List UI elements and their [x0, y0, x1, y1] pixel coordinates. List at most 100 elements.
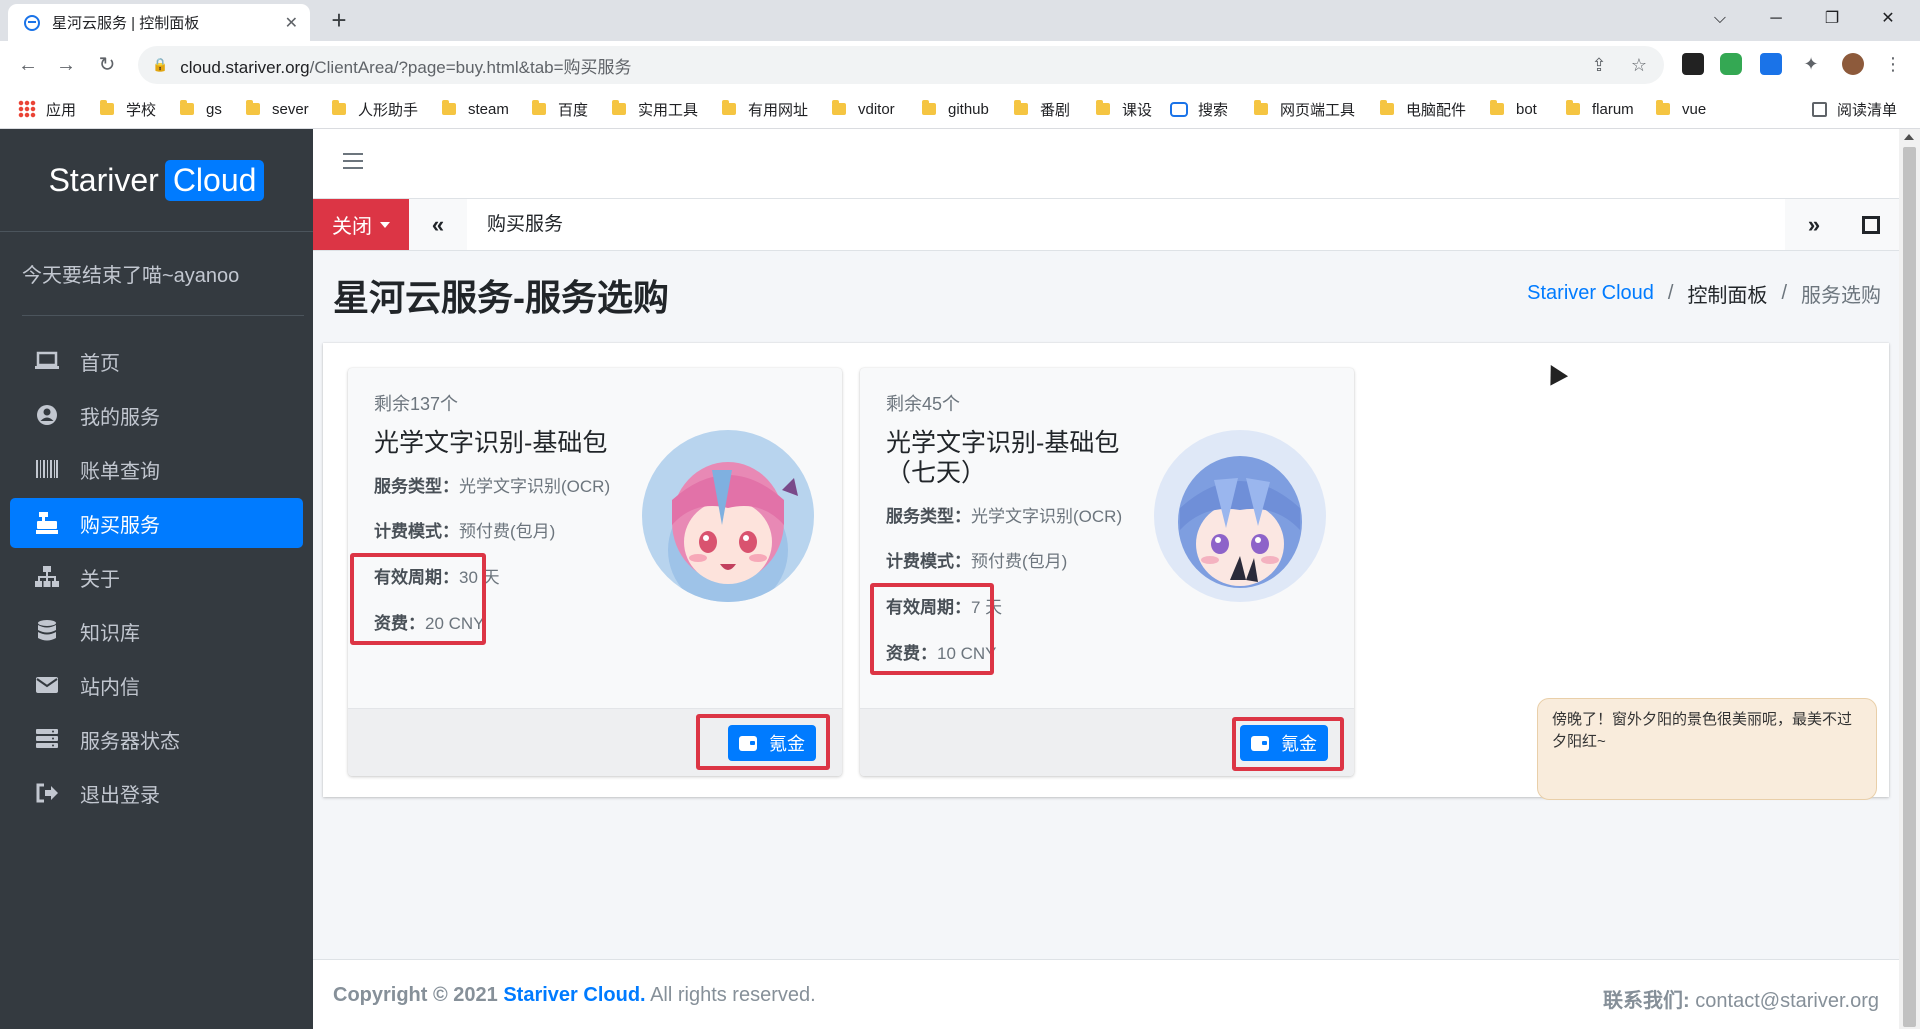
- product-name: 光学文字识别-基础包: [374, 429, 608, 457]
- extension-3-icon[interactable]: [1760, 53, 1782, 75]
- caret-down-icon: [380, 221, 390, 228]
- browser-tab[interactable]: 星河云服务 | 控制面板 ✕: [8, 4, 310, 41]
- brand-logo[interactable]: Stariver Cloud: [0, 129, 313, 232]
- bookmark-folder[interactable]: flarum: [1566, 97, 1634, 121]
- scroll-up-icon[interactable]: [1904, 134, 1914, 140]
- apps-grid-icon: [18, 100, 36, 118]
- restore-button[interactable]: ❐: [1806, 0, 1858, 38]
- tab-search-icon[interactable]: ⌵: [1694, 0, 1746, 38]
- new-tab-button[interactable]: +: [324, 6, 354, 36]
- reload-icon[interactable]: ↻: [93, 51, 121, 79]
- sidebar-item-knowledge-base[interactable]: 知识库: [10, 606, 303, 656]
- bookmark-folder[interactable]: 网页端工具: [1254, 97, 1355, 121]
- mascot-speech-bubble: 傍晚了！窗外夕阳的景色很美丽呢，最美不过夕阳红~: [1537, 698, 1877, 800]
- bookmark-folder[interactable]: 番剧: [1014, 97, 1070, 121]
- service-type-row: 服务类型：光学文字识别(OCR): [886, 507, 1123, 526]
- folder-icon: [1096, 100, 1110, 115]
- tabs-scroll-left-icon[interactable]: «: [409, 199, 467, 250]
- sidebar: Stariver Cloud 今天要结束了喵~ayanoo 首页 我的服务 账单…: [0, 129, 313, 1029]
- bilibili-icon: [1170, 101, 1188, 117]
- sidebar-item-my-services[interactable]: 我的服务: [10, 390, 303, 440]
- bookmark-folder[interactable]: 百度: [532, 97, 588, 121]
- folder-icon: [246, 100, 260, 115]
- shield-extension-icon[interactable]: [1720, 53, 1742, 75]
- bookmark-folder[interactable]: 人形助手: [332, 97, 418, 121]
- tabs-scroll-right-icon[interactable]: »: [1785, 199, 1843, 250]
- bookmark-star-icon[interactable]: ☆: [1628, 54, 1650, 76]
- breadcrumb-home-link[interactable]: Stariver Cloud: [1527, 282, 1654, 305]
- page-tabs-bar: 关闭 « 购买服务 »: [313, 199, 1899, 251]
- bookmark-folder[interactable]: 实用工具: [612, 97, 698, 121]
- minimize-button[interactable]: ─: [1750, 0, 1802, 38]
- extension-1-icon[interactable]: [1682, 53, 1704, 75]
- highlight-box: [1232, 717, 1344, 771]
- brand-text: Stariver: [48, 161, 159, 198]
- copyright-text: Copyright © 2021 Stariver Cloud. All rig…: [333, 984, 816, 1006]
- folder-icon: [722, 100, 736, 115]
- barcode-icon: [34, 458, 60, 480]
- page-scrollbar[interactable]: [1899, 129, 1920, 1029]
- user-circle-icon: [34, 404, 60, 426]
- folder-icon: [832, 100, 846, 115]
- browser-toolbar: ← → ↻ 🔒 cloud.stariver.org/ClientArea/?p…: [0, 41, 1920, 89]
- extensions-puzzle-icon[interactable]: ✦: [1800, 53, 1822, 75]
- reading-list[interactable]: 阅读清单: [1812, 97, 1897, 121]
- scrollbar-thumb[interactable]: [1903, 147, 1916, 1027]
- menu-toggle-icon[interactable]: [343, 153, 363, 171]
- sidebar-item-billing[interactable]: 账单查询: [10, 444, 303, 494]
- tab-close-icon[interactable]: ✕: [285, 13, 298, 33]
- bookmark-folder[interactable]: bot: [1490, 97, 1537, 121]
- user-greeting[interactable]: 今天要结束了喵~ayanoo: [22, 232, 304, 316]
- share-icon[interactable]: ⇪: [1588, 54, 1610, 76]
- sidebar-item-label: 我的服务: [80, 406, 160, 429]
- back-icon[interactable]: ←: [14, 51, 42, 79]
- sidebar-item-logout[interactable]: 退出登录: [10, 768, 303, 818]
- bookmark-folder[interactable]: 电脑配件: [1380, 97, 1466, 121]
- reading-list-icon: [1812, 101, 1827, 117]
- bookmark-folder[interactable]: 有用网址: [722, 97, 808, 121]
- lock-icon: 🔒: [152, 57, 169, 72]
- bookmark-folder[interactable]: gs: [180, 97, 222, 121]
- contact-email[interactable]: contact@stariver.org: [1695, 990, 1879, 1012]
- sidebar-item-buy-service[interactable]: 购买服务: [10, 498, 303, 548]
- highlight-box: [870, 583, 994, 675]
- close-window-button[interactable]: ✕: [1862, 0, 1914, 38]
- fullscreen-icon[interactable]: [1843, 199, 1899, 250]
- tab-buy-service[interactable]: 购买服务: [487, 199, 563, 250]
- bookmark-apps[interactable]: 应用: [18, 97, 76, 121]
- footer-brand-link[interactable]: Stariver Cloud.: [503, 984, 645, 1006]
- bookmark-folder[interactable]: sever: [246, 97, 309, 121]
- folder-icon: [332, 100, 346, 115]
- address-bar[interactable]: 🔒 cloud.stariver.org/ClientArea/?page=bu…: [138, 46, 1664, 84]
- browser-menu-icon[interactable]: ⋮: [1882, 53, 1904, 75]
- bookmark-folder[interactable]: vditor: [832, 97, 895, 121]
- folder-icon: [532, 100, 546, 115]
- sidebar-nav: 首页 我的服务 账单查询 购买服务 关于 知识库 站内信 服务器状态 退出登录: [10, 336, 303, 822]
- sidebar-item-server-status[interactable]: 服务器状态: [10, 714, 303, 764]
- folder-icon: [442, 100, 456, 115]
- folder-icon: [1490, 100, 1504, 115]
- bookmark-folder[interactable]: 学校: [100, 97, 156, 121]
- browser-tab-strip: 星河云服务 | 控制面板 ✕ + ⌵ ─ ❐ ✕: [0, 0, 1920, 41]
- sidebar-item-home[interactable]: 首页: [10, 336, 303, 386]
- breadcrumb-separator: /: [1667, 282, 1674, 304]
- bookmark-folder[interactable]: vue: [1656, 97, 1706, 121]
- sidebar-item-messages[interactable]: 站内信: [10, 660, 303, 710]
- forward-icon[interactable]: →: [52, 51, 80, 79]
- sidebar-item-about[interactable]: 关于: [10, 552, 303, 602]
- billing-mode-row: 计费模式：预付费(包月): [374, 522, 556, 541]
- product-avatar-image: [1154, 430, 1326, 602]
- bookmark-folder[interactable]: github: [922, 97, 989, 121]
- breadcrumb-dashboard[interactable]: 控制面板: [1687, 279, 1767, 308]
- bookmark-folder[interactable]: steam: [442, 97, 509, 121]
- breadcrumb-separator: /: [1781, 282, 1787, 304]
- bookmark-search[interactable]: 搜索: [1170, 97, 1228, 121]
- sidebar-item-label: 购买服务: [80, 514, 160, 537]
- close-tabs-dropdown[interactable]: 关闭: [313, 199, 409, 250]
- sidebar-item-label: 退出登录: [80, 784, 160, 807]
- profile-avatar[interactable]: [1842, 53, 1864, 75]
- product-card: 剩余45个 光学文字识别-基础包（七天） 服务类型：光学文字识别(OCR) 计费…: [860, 368, 1354, 776]
- bookmark-folder[interactable]: 课设: [1096, 97, 1152, 121]
- url-text: cloud.stariver.org/ClientArea/?page=buy.…: [180, 57, 632, 77]
- folder-icon: [1254, 100, 1268, 115]
